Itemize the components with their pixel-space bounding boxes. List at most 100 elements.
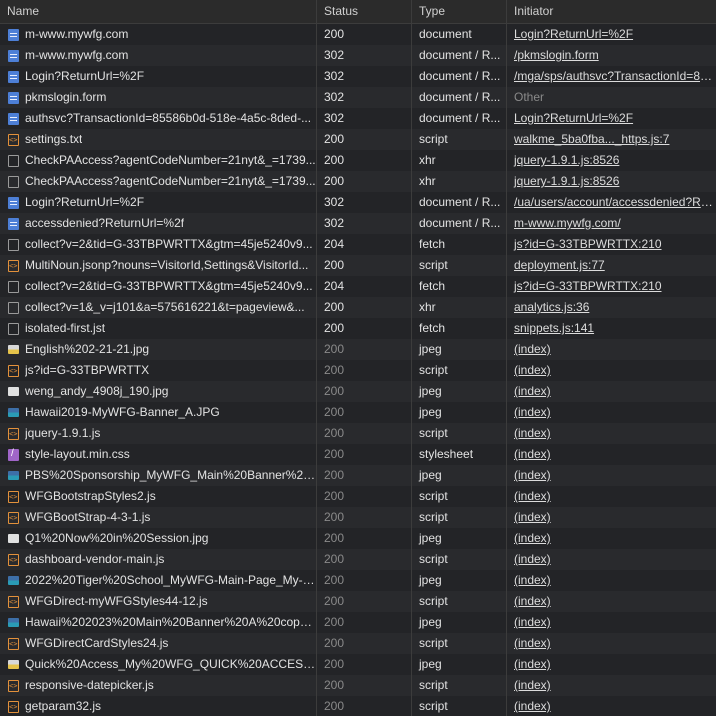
- initiator-link[interactable]: (index): [514, 384, 551, 398]
- table-row[interactable]: js?id=G-33TBPWRTTX 200script (index): [0, 360, 716, 381]
- name-cell[interactable]: CheckPAAccess?agentCodeNumber=21nyt&_=17…: [0, 171, 316, 192]
- name-cell[interactable]: CheckPAAccess?agentCodeNumber=21nyt&_=17…: [0, 150, 316, 171]
- initiator-link[interactable]: (index): [514, 678, 551, 692]
- column-header-name[interactable]: Name: [0, 0, 316, 23]
- table-row[interactable]: WFGDirectCardStyles24.js 200script (index): [0, 633, 716, 654]
- initiator-link[interactable]: (index): [514, 657, 551, 671]
- name-cell[interactable]: WFGDirectCardStyles24.js: [0, 633, 316, 654]
- table-row[interactable]: WFGBootStrap-4-3-1.js 200script (index): [0, 507, 716, 528]
- initiator-link[interactable]: (index): [514, 426, 551, 440]
- table-row[interactable]: style-layout.min.css 200stylesheet (index): [0, 444, 716, 465]
- name-cell[interactable]: Login?ReturnUrl=%2F: [0, 192, 316, 213]
- table-row[interactable]: responsive-datepicker.js 200script (index): [0, 675, 716, 696]
- name-cell[interactable]: isolated-first.jst: [0, 318, 316, 339]
- name-cell[interactable]: PBS%20Sponsorship_MyWFG_Main%20Banner%20…: [0, 465, 316, 486]
- table-row[interactable]: accessdenied?ReturnUrl=%2f 302 document / …: [0, 213, 716, 234]
- table-row[interactable]: collect?v=2&tid=G-33TBPWRTTX&gtm=45je524…: [0, 234, 716, 255]
- name-cell[interactable]: authsvc?TransactionId=85586b0d-518e-4a5c…: [0, 108, 316, 129]
- table-row[interactable]: collect?v=1&_v=j101&a=575616221&t=pagevi…: [0, 297, 716, 318]
- name-cell[interactable]: accessdenied?ReturnUrl=%2f: [0, 213, 316, 234]
- table-row[interactable]: CheckPAAccess?agentCodeNumber=21nyt&_=17…: [0, 171, 716, 192]
- name-cell[interactable]: WFGDirect-myWFGStyles44-12.js: [0, 591, 316, 612]
- initiator-link[interactable]: Login?ReturnUrl=%2F: [514, 27, 633, 41]
- name-cell[interactable]: 2022%20Tiger%20School_MyWFG-Main-Page_My…: [0, 570, 316, 591]
- table-row[interactable]: CheckPAAccess?agentCodeNumber=21nyt&_=17…: [0, 150, 716, 171]
- name-cell[interactable]: MultiNoun.jsonp?nouns=VisitorId,Settings…: [0, 255, 316, 276]
- table-row[interactable]: English%202-21-21.jpg 200 jpeg (index): [0, 339, 716, 360]
- initiator-link[interactable]: Login?ReturnUrl=%2F: [514, 111, 633, 125]
- initiator-link[interactable]: analytics.js:36: [514, 300, 589, 314]
- name-cell[interactable]: pkmslogin.form: [0, 87, 316, 108]
- name-cell[interactable]: English%202-21-21.jpg: [0, 339, 316, 360]
- initiator-link[interactable]: /mga/sps/authsvc?TransactionId=85586: [514, 69, 716, 83]
- table-row[interactable]: Login?ReturnUrl=%2F 302 document / R... /ua…: [0, 192, 716, 213]
- name-cell[interactable]: Quick%20Access_My%20WFG_QUICK%20ACCESS%.…: [0, 654, 316, 675]
- initiator-link[interactable]: (index): [514, 573, 551, 587]
- initiator-link[interactable]: (index): [514, 636, 551, 650]
- name-cell[interactable]: collect?v=2&tid=G-33TBPWRTTX&gtm=45je524…: [0, 276, 316, 297]
- initiator-link[interactable]: jquery-1.9.1.js:8526: [514, 174, 619, 188]
- initiator-link[interactable]: m-www.mywfg.com/: [514, 216, 621, 230]
- column-header-initiator[interactable]: Initiator: [506, 0, 716, 23]
- name-cell[interactable]: collect?v=1&_v=j101&a=575616221&t=pagevi…: [0, 297, 316, 318]
- name-cell[interactable]: Hawaii%202023%20Main%20Banner%20A%20copy…: [0, 612, 316, 633]
- name-cell[interactable]: settings.txt: [0, 129, 316, 150]
- table-row[interactable]: authsvc?TransactionId=85586b0d-518e-4a5c…: [0, 108, 716, 129]
- initiator-link[interactable]: (index): [514, 594, 551, 608]
- initiator-link[interactable]: js?id=G-33TBPWRTTX:210: [514, 237, 662, 251]
- table-row[interactable]: collect?v=2&tid=G-33TBPWRTTX&gtm=45je524…: [0, 276, 716, 297]
- initiator-link[interactable]: /pkmslogin.form: [514, 48, 599, 62]
- name-cell[interactable]: getparam32.js: [0, 696, 316, 716]
- table-row[interactable]: jquery-1.9.1.js 200script (index): [0, 423, 716, 444]
- table-row[interactable]: Q1%20Now%20in%20Session.jpg 200 jpeg (index…: [0, 528, 716, 549]
- table-row[interactable]: Hawaii2019-MyWFG-Banner_A.JPG 200 jpeg (ind…: [0, 402, 716, 423]
- name-cell[interactable]: style-layout.min.css: [0, 444, 316, 465]
- column-header-type[interactable]: Type: [411, 0, 506, 23]
- initiator-link[interactable]: (index): [514, 510, 551, 524]
- initiator-link[interactable]: (index): [514, 531, 551, 545]
- initiator-link[interactable]: (index): [514, 447, 551, 461]
- initiator-link[interactable]: /ua/users/account/accessdenied?Retur: [514, 195, 716, 209]
- initiator-link[interactable]: walkme_5ba0fba..._https.js:7: [514, 132, 669, 146]
- initiator-link[interactable]: (index): [514, 615, 551, 629]
- table-row[interactable]: isolated-first.jst 200 fetch snippets.js:14…: [0, 318, 716, 339]
- initiator-link[interactable]: js?id=G-33TBPWRTTX:210: [514, 279, 662, 293]
- table-row[interactable]: settings.txt 200script walkme_5ba0fba..._h…: [0, 129, 716, 150]
- table-row[interactable]: m-www.mywfg.com 302 document / R... /pkmslo…: [0, 45, 716, 66]
- initiator-link[interactable]: (index): [514, 405, 551, 419]
- initiator-link[interactable]: (index): [514, 489, 551, 503]
- table-row[interactable]: dashboard-vendor-main.js 200script (index): [0, 549, 716, 570]
- initiator-link[interactable]: (index): [514, 468, 551, 482]
- name-cell[interactable]: weng_andy_4908j_190.jpg: [0, 381, 316, 402]
- name-cell[interactable]: WFGBootStrap-4-3-1.js: [0, 507, 316, 528]
- initiator-link[interactable]: (index): [514, 342, 551, 356]
- name-cell[interactable]: m-www.mywfg.com: [0, 45, 316, 66]
- name-cell[interactable]: Q1%20Now%20in%20Session.jpg: [0, 528, 316, 549]
- table-row[interactable]: WFGDirect-myWFGStyles44-12.js 200script (i…: [0, 591, 716, 612]
- table-row[interactable]: 2022%20Tiger%20School_MyWFG-Main-Page_My…: [0, 570, 716, 591]
- name-cell[interactable]: WFGBootstrapStyles2.js: [0, 486, 316, 507]
- column-header-status[interactable]: Status: [316, 0, 411, 23]
- initiator-link[interactable]: snippets.js:141: [514, 321, 594, 335]
- name-cell[interactable]: Hawaii2019-MyWFG-Banner_A.JPG: [0, 402, 316, 423]
- table-row[interactable]: Login?ReturnUrl=%2F 302 document / R... /mg…: [0, 66, 716, 87]
- table-row[interactable]: MultiNoun.jsonp?nouns=VisitorId,Settings…: [0, 255, 716, 276]
- table-row[interactable]: weng_andy_4908j_190.jpg 200 jpeg (index): [0, 381, 716, 402]
- name-cell[interactable]: collect?v=2&tid=G-33TBPWRTTX&gtm=45je524…: [0, 234, 316, 255]
- initiator-link[interactable]: jquery-1.9.1.js:8526: [514, 153, 619, 167]
- table-row[interactable]: Quick%20Access_My%20WFG_QUICK%20ACCESS%.…: [0, 654, 716, 675]
- initiator-link[interactable]: (index): [514, 363, 551, 377]
- name-cell[interactable]: js?id=G-33TBPWRTTX: [0, 360, 316, 381]
- initiator-link[interactable]: (index): [514, 552, 551, 566]
- name-cell[interactable]: dashboard-vendor-main.js: [0, 549, 316, 570]
- name-cell[interactable]: responsive-datepicker.js: [0, 675, 316, 696]
- table-row[interactable]: WFGBootstrapStyles2.js 200script (index): [0, 486, 716, 507]
- table-row[interactable]: m-www.mywfg.com 200 document Login?ReturnUr…: [0, 24, 716, 45]
- name-cell[interactable]: Login?ReturnUrl=%2F: [0, 66, 316, 87]
- initiator-link[interactable]: (index): [514, 699, 551, 713]
- table-row[interactable]: PBS%20Sponsorship_MyWFG_Main%20Banner%20…: [0, 465, 716, 486]
- table-row[interactable]: getparam32.js 200script (index): [0, 696, 716, 716]
- name-cell[interactable]: jquery-1.9.1.js: [0, 423, 316, 444]
- table-row[interactable]: pkmslogin.form 302 document / R... Other: [0, 87, 716, 108]
- initiator-link[interactable]: deployment.js:77: [514, 258, 605, 272]
